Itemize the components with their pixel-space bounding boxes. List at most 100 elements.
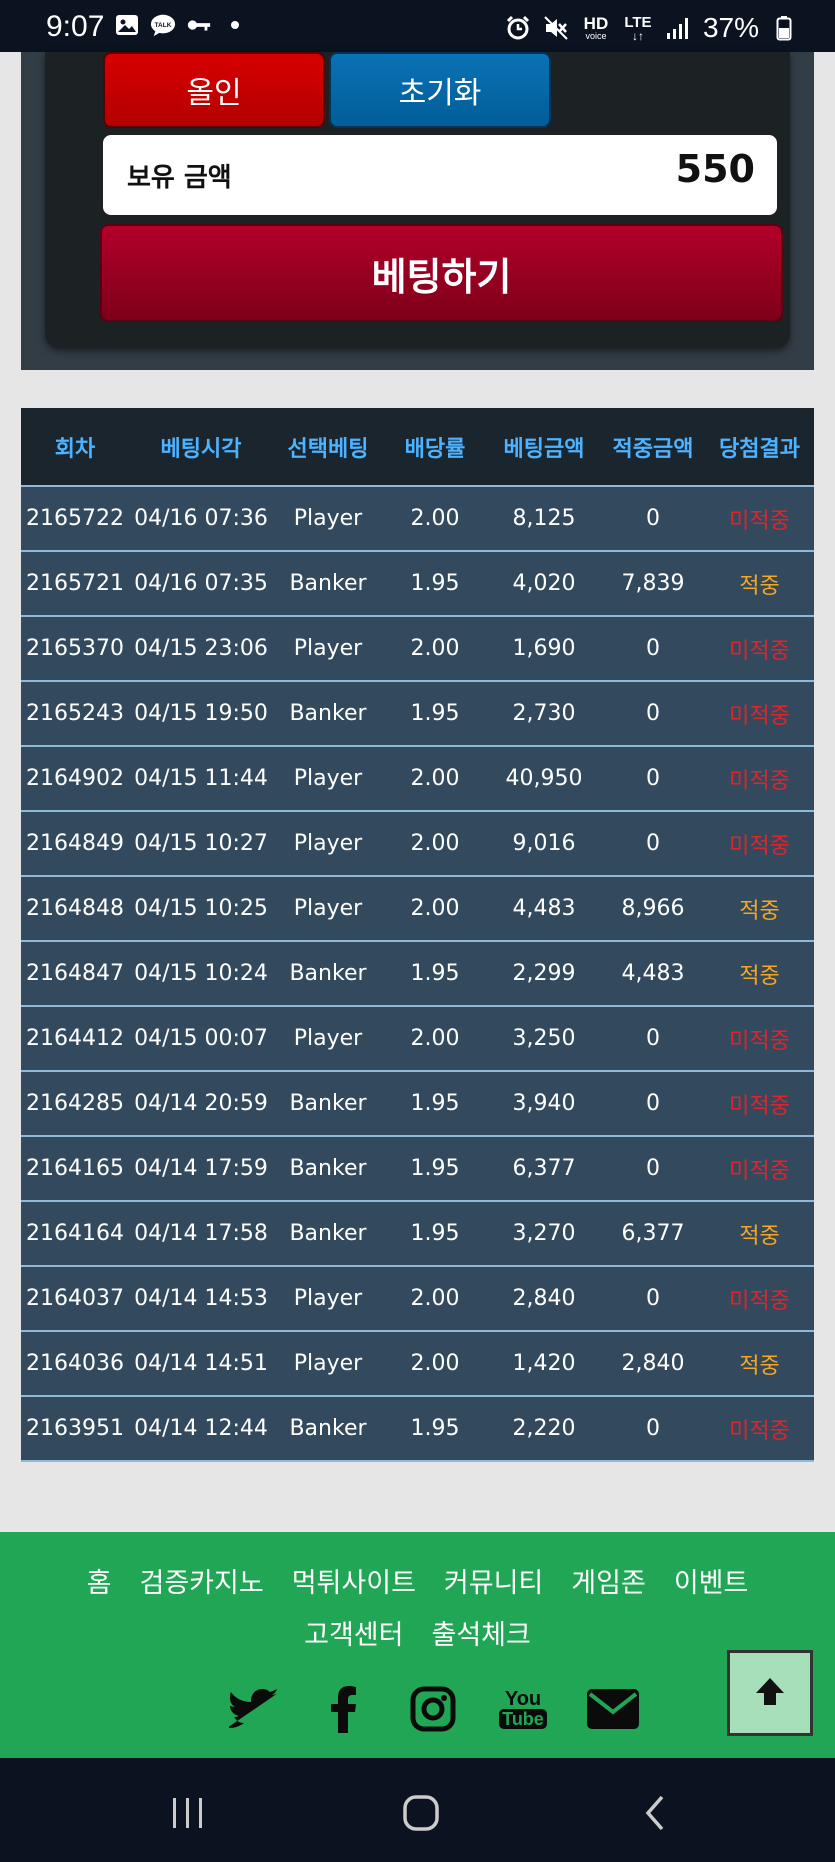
cell-round: 2164902 — [26, 766, 124, 791]
cell-bet-time: 04/15 19:50 — [134, 701, 268, 726]
cell-choice: Player — [293, 896, 363, 921]
lte-icon: LTE ↓↑ — [623, 15, 653, 43]
cell-round: 2164847 — [26, 961, 124, 986]
all-in-button[interactable]: 올인 — [103, 52, 325, 128]
social-links: You Tube — [225, 1680, 641, 1738]
home-icon[interactable] — [396, 1788, 446, 1838]
cell-odds: 1.95 — [410, 701, 460, 726]
place-bet-button[interactable]: 베팅하기 — [100, 224, 783, 322]
table-row: 2165370 04/15 23:06 Player 2.00 1,690 0 미적중 — [21, 616, 814, 681]
footer-link-attendance[interactable]: 출석체크 — [432, 1620, 531, 1651]
cell-win-amount: 6,377 — [621, 1221, 685, 1246]
table-row: 2164902 04/15 11:44 Player 2.00 40,950 0 미적중 — [21, 746, 814, 811]
footer-link-home[interactable]: 홈 — [87, 1568, 112, 1599]
lte-arrows-icon: ↓↑ — [631, 28, 644, 43]
cell-win-amount: 0 — [646, 1026, 660, 1051]
cell-odds: 1.95 — [410, 571, 460, 596]
signal-icon — [665, 15, 691, 41]
footer-link-verified-casino[interactable]: 검증카지노 — [140, 1568, 264, 1599]
cell-odds: 2.00 — [410, 1286, 460, 1311]
bet-panel-inner: 올인 초기화 보유 금액 550 베팅하기 — [45, 52, 790, 348]
cell-result: 적중 — [739, 963, 780, 989]
instagram-icon[interactable] — [405, 1681, 461, 1737]
balance-box: 보유 금액 550 — [103, 135, 777, 215]
header-choice: 선택베팅 — [287, 436, 369, 462]
table-row: 2164165 04/14 17:59 Banker 1.95 6,377 0 미적중 — [21, 1136, 814, 1201]
cell-result: 적중 — [739, 1223, 780, 1249]
table-row: 2164848 04/15 10:25 Player 2.00 4,483 8,966 적중 — [21, 876, 814, 941]
cell-bet-time: 04/16 07:35 — [134, 571, 268, 596]
cell-result: 미적중 — [729, 833, 790, 859]
facebook-icon[interactable] — [315, 1681, 371, 1737]
cell-win-amount: 0 — [646, 1286, 660, 1311]
back-icon[interactable] — [630, 1788, 680, 1838]
table-row: 2164847 04/15 10:24 Banker 1.95 2,299 4,483 적중 — [21, 941, 814, 1006]
cell-bet-amount: 2,840 — [512, 1286, 576, 1311]
table-row: 2165243 04/15 19:50 Banker 1.95 2,730 0 미적중 — [21, 681, 814, 746]
cell-odds: 2.00 — [410, 766, 460, 791]
cell-choice: Banker — [289, 701, 367, 726]
cell-choice: Player — [293, 636, 363, 661]
cell-choice: Player — [293, 1286, 363, 1311]
reset-button[interactable]: 초기화 — [329, 52, 551, 128]
cell-odds: 1.95 — [410, 1156, 460, 1181]
footer-link-game-zone[interactable]: 게임존 — [571, 1568, 646, 1599]
cell-round: 2164285 — [26, 1091, 124, 1116]
balance-label: 보유 금액 — [127, 163, 232, 193]
cell-bet-amount: 3,250 — [512, 1026, 576, 1051]
header-odds: 배당률 — [404, 436, 466, 462]
youtube-icon[interactable]: You Tube — [495, 1681, 551, 1737]
cell-bet-time: 04/14 17:58 — [134, 1221, 268, 1246]
footer-link-community[interactable]: 커뮤니티 — [444, 1568, 543, 1599]
cell-odds: 1.95 — [410, 1416, 460, 1441]
cell-round: 2165721 — [26, 571, 124, 596]
bet-panel: 올인 초기화 보유 금액 550 베팅하기 — [21, 52, 814, 370]
cell-choice: Player — [293, 766, 363, 791]
cell-choice: Banker — [289, 1416, 367, 1441]
table-row: 2164037 04/14 14:53 Player 2.00 2,840 0 미적중 — [21, 1266, 814, 1331]
cell-bet-time: 04/15 10:27 — [134, 831, 268, 856]
cell-bet-time: 04/15 10:25 — [134, 896, 268, 921]
cell-bet-time: 04/15 11:44 — [134, 766, 268, 791]
cell-bet-amount: 4,020 — [512, 571, 576, 596]
cell-win-amount: 2,840 — [621, 1351, 685, 1376]
cell-bet-time: 04/14 17:59 — [134, 1156, 268, 1181]
table-row: 2165721 04/16 07:35 Banker 1.95 4,020 7,839 적중 — [21, 551, 814, 616]
cell-result: 미적중 — [729, 1288, 790, 1314]
bet-history-table: 회차 베팅시각 선택베팅 배당률 베팅금액 적중금액 당첨결과 2165722 0… — [21, 408, 814, 1462]
cell-win-amount: 4,483 — [621, 961, 685, 986]
cell-win-amount: 0 — [646, 506, 660, 531]
footer-link-customer-center[interactable]: 고객센터 — [304, 1620, 403, 1651]
footer-link-scam-sites[interactable]: 먹튀사이트 — [292, 1568, 416, 1599]
cell-bet-amount: 6,377 — [512, 1156, 576, 1181]
image-icon — [114, 12, 140, 38]
table-header-row: 회차 베팅시각 선택베팅 배당률 베팅금액 적중금액 당첨결과 — [21, 408, 814, 486]
footer-link-events[interactable]: 이벤트 — [674, 1568, 749, 1599]
cell-bet-amount: 8,125 — [512, 506, 576, 531]
cell-result: 미적중 — [729, 508, 790, 534]
table-row: 2163951 04/14 12:44 Banker 1.95 2,220 0 미적중 — [21, 1396, 814, 1461]
cell-bet-amount: 1,690 — [512, 636, 576, 661]
mute-icon — [543, 15, 569, 41]
cell-odds: 1.95 — [410, 1221, 460, 1246]
header-win-amount: 적중금액 — [612, 436, 694, 462]
footer-nav: 홈 검증카지노 먹튀사이트 커뮤니티 게임존 이벤트 고객센터 출석체크 — [0, 1558, 835, 1662]
cell-odds: 1.95 — [410, 1091, 460, 1116]
cell-round: 2164165 — [26, 1156, 124, 1181]
cell-round: 2164164 — [26, 1221, 124, 1246]
cell-choice: Banker — [289, 571, 367, 596]
twitter-icon[interactable] — [225, 1681, 281, 1737]
recent-apps-icon[interactable] — [163, 1788, 213, 1838]
svg-text:TALK: TALK — [155, 22, 172, 29]
mail-icon[interactable] — [585, 1681, 641, 1737]
back-to-top-button[interactable] — [727, 1650, 813, 1736]
cell-result: 미적중 — [729, 703, 790, 729]
cell-bet-time: 04/15 23:06 — [134, 636, 268, 661]
cell-result: 적중 — [739, 898, 780, 924]
header-bet-time: 베팅시각 — [160, 436, 242, 462]
cell-win-amount: 0 — [646, 766, 660, 791]
cell-result: 적중 — [739, 1353, 780, 1379]
cell-round: 2165722 — [26, 506, 124, 531]
hd-sub-label: voice — [585, 31, 607, 41]
cell-choice: Player — [293, 1351, 363, 1376]
